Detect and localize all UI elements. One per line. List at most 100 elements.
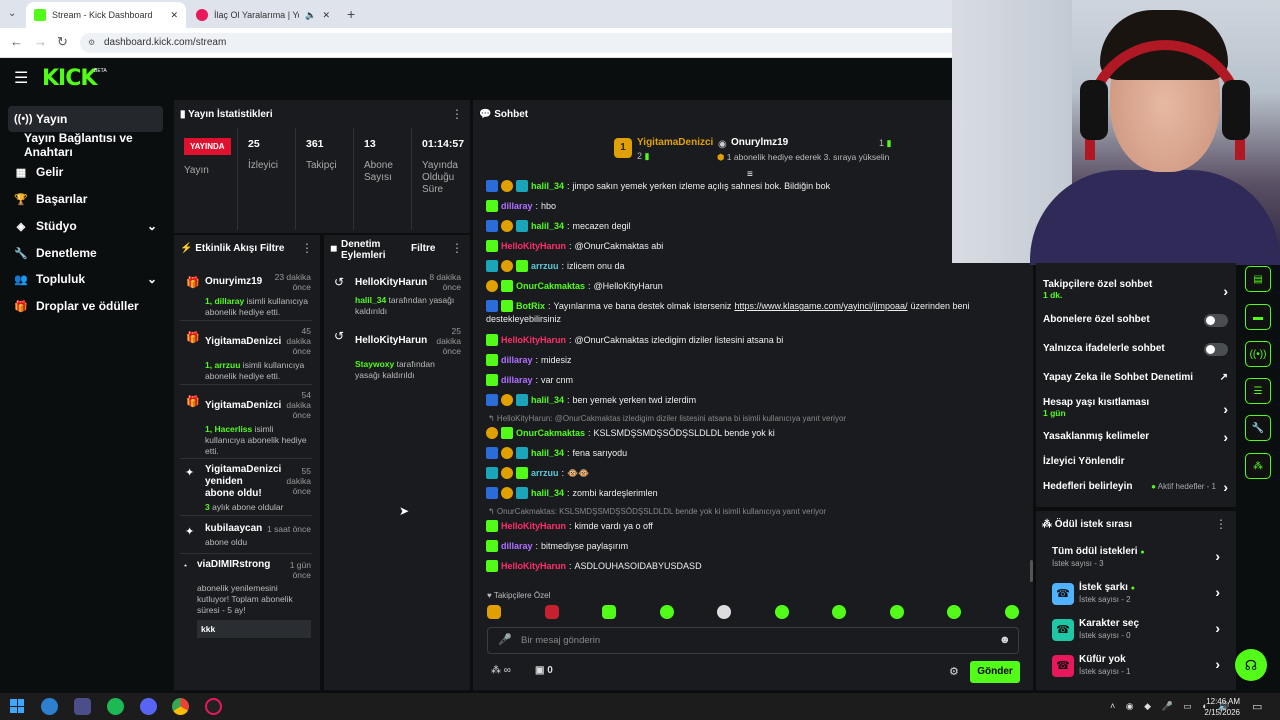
reward-all[interactable]: Tüm ödül istekleri ● İstek sayısı - 3 ›: [1052, 546, 1220, 568]
chrome-icon[interactable]: [172, 698, 189, 715]
kebab-menu-icon[interactable]: ⋮: [301, 241, 313, 255]
chat-link[interactable]: https://www.klasgame.com/yayinci/jimpoaa…: [734, 301, 907, 311]
emote-icon[interactable]: [1004, 605, 1019, 619]
site-info-icon[interactable]: ⚙: [88, 38, 95, 47]
chat-username[interactable]: halil_34: [531, 221, 564, 231]
setting-emotes-only[interactable]: Yalnızca ifadelerle sohbet: [1043, 343, 1228, 356]
pinned-top-user[interactable]: YigitamaDenizci: [637, 137, 713, 148]
chat-username[interactable]: OnurCakmaktas: [516, 428, 585, 438]
wrench-icon[interactable]: 🔧: [1245, 415, 1271, 441]
chat-username[interactable]: dillaray: [501, 355, 533, 365]
send-button[interactable]: Gönder: [970, 661, 1020, 683]
notification-icon[interactable]: ▭: [1252, 700, 1262, 713]
setting-banned-words[interactable]: Yasaklanmış kelimeler ›: [1043, 429, 1228, 445]
sidebar-item-basarilar[interactable]: 🏆 Başarılar: [8, 186, 163, 212]
chat-username[interactable]: arrzuu: [531, 261, 559, 271]
notes-icon[interactable]: ▤: [1245, 266, 1271, 292]
kick-logo[interactable]: KICK: [42, 66, 97, 91]
setting-followers-only[interactable]: Takipçilere özel sohbet 1 dk. ›: [1043, 279, 1228, 300]
emote-icon[interactable]: [889, 605, 904, 619]
scrollbar-thumb[interactable]: [1030, 560, 1033, 582]
reward-no-swearing[interactable]: Küfür yok İstek sayısı - 1 ›: [1079, 654, 1220, 676]
browser-tab-kick[interactable]: Stream - Kick Dashboard ✕: [26, 2, 186, 28]
broadcast-icon[interactable]: ((•)): [1245, 341, 1271, 367]
sidebar-item-yayin[interactable]: ((•)) Yayın: [8, 106, 163, 132]
layout-icon[interactable]: ☰: [1245, 378, 1271, 404]
close-icon[interactable]: ✕: [322, 10, 330, 21]
reward-song-request[interactable]: İstek şarkı ● İstek sayısı - 2 ›: [1079, 582, 1220, 604]
activity-filter-button[interactable]: Filtre: [260, 243, 284, 254]
sidebar-item-droplar[interactable]: 🎁 Droplar ve ödüller: [8, 293, 163, 319]
obs-icon[interactable]: [205, 698, 222, 715]
close-icon[interactable]: ✕: [170, 10, 178, 21]
spotify-icon[interactable]: [107, 698, 124, 715]
sidebar-item-gelir[interactable]: ▦ Gelir: [8, 159, 163, 185]
activity-user[interactable]: YigitamaDenizci: [205, 336, 281, 356]
collapse-icon[interactable]: ≡: [747, 169, 753, 180]
moderation-user[interactable]: HelloKityHarun: [355, 277, 427, 292]
kebab-menu-icon[interactable]: ⋮: [451, 107, 463, 121]
chat-username[interactable]: HelloKityHarun: [501, 335, 566, 345]
emote-icon[interactable]: [602, 605, 617, 619]
discord-icon[interactable]: [140, 698, 157, 715]
emote-icon[interactable]: [717, 605, 732, 619]
support-icon[interactable]: ☊: [1235, 649, 1267, 681]
tab-search-icon[interactable]: ⌄: [8, 8, 16, 19]
reward-character-pick[interactable]: Karakter seç İstek sayısı - 0 ›: [1079, 618, 1220, 640]
sidebar-item-studyo[interactable]: ◈ Stüdyo ⌄: [8, 213, 163, 239]
hamburger-menu-icon[interactable]: ☰: [14, 68, 28, 88]
forward-arrow-icon[interactable]: →: [34, 34, 47, 49]
taskbar-clock[interactable]: 12:46 AM 2/15/2026: [1200, 696, 1240, 718]
chat-bubble-icon[interactable]: ▬: [1245, 304, 1271, 330]
chat-username[interactable]: dillaray: [501, 201, 533, 211]
kebab-menu-icon[interactable]: ⋮: [451, 241, 463, 255]
sidebar-item-denetleme[interactable]: 🔧 Denetleme: [8, 240, 163, 266]
chat-username[interactable]: halil_34: [531, 448, 564, 458]
setting-ai-moderation[interactable]: Yapay Zeka ile Sohbet Denetimi ↗: [1043, 372, 1228, 383]
chat-username[interactable]: halil_34: [531, 488, 564, 498]
back-arrow-icon[interactable]: ←: [10, 34, 23, 49]
setting-raid[interactable]: İzleyici Yönlendir: [1043, 456, 1228, 467]
nodes-icon[interactable]: ⁂: [1245, 453, 1271, 479]
emote-icon[interactable]: [947, 605, 962, 619]
activity-user[interactable]: kubilaaycan: [205, 523, 262, 534]
windows-start-icon[interactable]: [10, 699, 24, 713]
sidebar-item-stream-key[interactable]: Yayın Bağlantısı ve Anahtarı: [18, 131, 172, 159]
microphone-icon[interactable]: 🎤: [498, 633, 512, 646]
setting-goals[interactable]: Hedefleri belirleyin ● Aktif hedefler - 1…: [1043, 479, 1228, 495]
setting-subscribers-only[interactable]: Abonelere özel sohbet: [1043, 314, 1228, 327]
kebab-menu-icon[interactable]: ⋮: [1215, 517, 1227, 531]
emote-icon[interactable]: [832, 605, 847, 619]
chat-username[interactable]: halil_34: [531, 395, 564, 405]
chat-username[interactable]: OnurCakmaktas: [516, 281, 585, 291]
emoji-icon[interactable]: ☻: [999, 634, 1011, 646]
toggle-switch[interactable]: [1204, 314, 1228, 327]
reload-icon[interactable]: ↻: [57, 34, 68, 50]
emote-icon[interactable]: [544, 605, 559, 619]
chat-username[interactable]: dillaray: [501, 375, 533, 385]
toggle-switch[interactable]: [1204, 343, 1228, 356]
activity-user[interactable]: viaDIMIRstrong: [197, 559, 270, 580]
emote-icon[interactable]: [487, 605, 501, 619]
new-tab-button[interactable]: +: [347, 6, 355, 22]
gear-icon[interactable]: ⚙: [949, 665, 959, 678]
chat-username[interactable]: dillaray: [501, 541, 533, 551]
taskbar-app-icon[interactable]: [41, 698, 58, 715]
activity-user[interactable]: YigitamaDenizci: [205, 400, 281, 420]
chat-username[interactable]: HelloKityHarun: [501, 561, 566, 571]
moderation-filter-button[interactable]: Filtre: [411, 243, 435, 254]
moderation-user[interactable]: HelloKityHarun: [355, 335, 427, 356]
activity-user[interactable]: YigitamaDenizci yeniden abone oldu!: [205, 464, 281, 500]
activity-user[interactable]: Onuryimz19: [205, 276, 262, 292]
sidebar-item-topluluk[interactable]: 👥 Topluluk ⌄: [8, 266, 163, 292]
chat-username[interactable]: HelloKityHarun: [501, 521, 566, 531]
browser-tab-youtube[interactable]: İlaç Ol Yaralarıma | YouTube 🔈 ✕: [188, 2, 338, 28]
gift-box-icon[interactable]: ▣ 0: [535, 665, 553, 676]
points-icon[interactable]: ⁂ ∞: [491, 665, 511, 676]
emote-icon[interactable]: [659, 605, 674, 619]
chat-username[interactable]: arrzuu: [531, 468, 559, 478]
chat-username[interactable]: halil_34: [531, 181, 564, 191]
chat-username[interactable]: HelloKityHarun: [501, 241, 566, 251]
chat-username[interactable]: BotRix: [516, 301, 545, 311]
url-input[interactable]: dashboard.kick.com/stream: [80, 33, 960, 53]
